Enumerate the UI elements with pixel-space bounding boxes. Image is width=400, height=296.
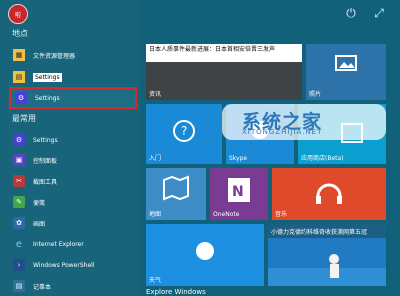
list-item-settings-selected[interactable]: ⚙ Settings <box>9 87 137 109</box>
tile-label: 音乐 <box>275 211 288 218</box>
list-item-control-panel[interactable]: ▣ 控制面板 <box>13 151 133 169</box>
list-item-notepad[interactable]: ▤ 记事本 <box>13 277 133 295</box>
list-item-sticky-notes[interactable]: ✎ 便笺 <box>13 193 133 211</box>
internet-explorer-icon: e <box>15 238 23 250</box>
list-item-label: 文件资源管理器 <box>33 52 76 60</box>
list-item-settings[interactable]: ⚙ Settings <box>13 131 133 149</box>
tile-getting-started[interactable]: ? 入门 <box>146 104 222 164</box>
sports-headline: 小德力克德约科维奇收获澳网第五冠 <box>271 229 368 236</box>
list-item-label: Internet Explorer <box>33 240 84 248</box>
tile-photos[interactable]: 照片 <box>306 44 386 100</box>
user-avatar[interactable]: 啦 <box>8 4 28 24</box>
tile-label: 应用商店(Beta) <box>301 155 344 162</box>
avatar-initials: 啦 <box>14 11 21 19</box>
list-item-label: 控制面板 <box>33 157 58 165</box>
tile-label: 地图 <box>149 211 162 218</box>
news-headline: 日本人质事件最新进展：日本首相安倍晋三发声 <box>146 44 302 62</box>
list-item-file-explorer[interactable]: ▦ 文件资源管理器 <box>13 46 133 64</box>
list-item-paint[interactable]: ✿ 画图 <box>13 214 133 232</box>
svg-text:?: ? <box>181 124 187 138</box>
tile-label: 天气 <box>149 277 162 284</box>
snipping-icon: ✂ <box>13 175 25 187</box>
section-places: 地点 <box>12 29 28 38</box>
tile-music[interactable]: 音乐 <box>272 168 386 220</box>
list-item-label: 截图工具 <box>33 178 58 186</box>
list-item-label: 画图 <box>33 220 46 228</box>
list-item-snipping-tool[interactable]: ✂ 截图工具 <box>13 172 133 190</box>
tile-sports[interactable]: 小德力克德约科维奇收获澳网第五冠 <box>268 224 386 286</box>
tile-label: OneNote <box>213 211 240 218</box>
headphones-icon <box>316 183 342 204</box>
list-item-internet-explorer[interactable]: e Internet Explorer <box>13 235 133 253</box>
tile-news[interactable]: 日本人质事件最新进展：日本首相安倍晋三发声 资讯 <box>146 44 302 100</box>
list-item-label: Settings <box>35 94 60 102</box>
tile-label: Skype <box>229 155 248 162</box>
explore-windows[interactable]: Explore Windows <box>146 288 206 296</box>
list-item-label: 便笺 <box>33 199 46 207</box>
list-item-label: Settings <box>33 72 62 82</box>
powershell-icon: › <box>13 259 25 271</box>
tile-label: 资讯 <box>149 91 162 98</box>
power-icon[interactable]: ⏻ <box>344 6 358 20</box>
list-item-settings-tooltip[interactable]: ▤ Settings <box>13 68 133 86</box>
expand-icon[interactable]: ⤢ <box>372 6 386 20</box>
list-item-powershell[interactable]: › Windows PowerShell <box>13 256 133 274</box>
gear-icon: ⚙ <box>13 134 25 146</box>
tile-weather[interactable]: 天气 <box>146 224 264 286</box>
notepad-icon: ▤ <box>13 280 25 292</box>
paint-icon: ✿ <box>13 217 25 229</box>
tile-label: 入门 <box>149 155 162 162</box>
tile-label: 照片 <box>309 91 322 98</box>
watermark-subtitle: XITONGZHIJIA.NET <box>242 128 323 136</box>
note-icon: ✎ <box>13 196 25 208</box>
list-item-label: Settings <box>33 136 58 144</box>
list-item-label: Windows PowerShell <box>33 261 95 269</box>
settings-tile-icon: ▤ <box>13 71 25 83</box>
tile-onenote[interactable]: N OneNote <box>210 168 268 220</box>
tile-maps[interactable]: 地图 <box>146 168 206 220</box>
sun-icon <box>196 242 214 260</box>
control-panel-icon: ▣ <box>13 154 25 166</box>
list-item-label: 记事本 <box>33 283 52 291</box>
section-most-used: 最常用 <box>12 114 36 123</box>
gear-icon: ⚙ <box>15 92 27 104</box>
svg-text:N: N <box>232 184 244 200</box>
folder-icon: ▦ <box>13 49 25 61</box>
